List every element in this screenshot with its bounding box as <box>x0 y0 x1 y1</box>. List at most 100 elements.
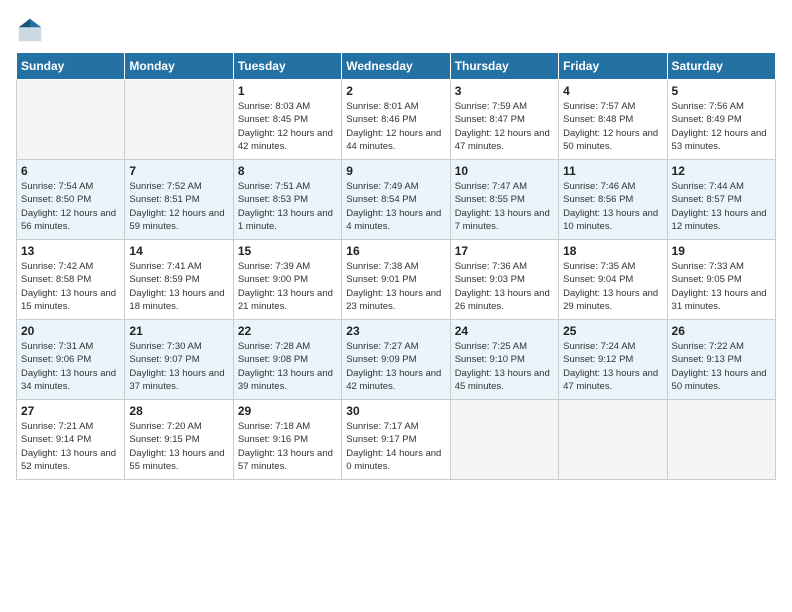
cell-content: Sunrise: 7:30 AMSunset: 9:07 PMDaylight:… <box>129 340 228 393</box>
day-number: 30 <box>346 404 445 418</box>
day-number: 12 <box>672 164 771 178</box>
day-number: 6 <box>21 164 120 178</box>
calendar-cell: 13 Sunrise: 7:42 AMSunset: 8:58 PMDayligh… <box>17 240 125 320</box>
day-number: 1 <box>238 84 337 98</box>
cell-content: Sunrise: 7:28 AMSunset: 9:08 PMDaylight:… <box>238 340 337 393</box>
cell-content: Sunrise: 7:33 AMSunset: 9:05 PMDaylight:… <box>672 260 771 313</box>
calendar-cell: 4 Sunrise: 7:57 AMSunset: 8:48 PMDaylight… <box>559 80 667 160</box>
logo-icon <box>16 16 44 44</box>
calendar-cell: 3Sunrise: 7:59 AMSunset: 8:47 PMDaylight… <box>450 80 558 160</box>
column-header-monday: Monday <box>125 53 233 80</box>
cell-content: Sunrise: 7:42 AMSunset: 8:58 PMDaylight:… <box>21 260 120 313</box>
cell-content: Sunrise: 7:21 AMSunset: 9:14 PMDaylight:… <box>21 420 120 473</box>
column-header-wednesday: Wednesday <box>342 53 450 80</box>
day-number: 9 <box>346 164 445 178</box>
cell-content: Sunrise: 7:49 AMSunset: 8:54 PMDaylight:… <box>346 180 445 233</box>
cell-content: Sunrise: 7:47 AMSunset: 8:55 PMDaylight:… <box>455 180 554 233</box>
day-number: 24 <box>455 324 554 338</box>
calendar-cell: 30 Sunrise: 7:17 AMSunset: 9:17 PMDayligh… <box>342 400 450 480</box>
day-number: 13 <box>21 244 120 258</box>
cell-content: Sunrise: 7:22 AMSunset: 9:13 PMDaylight:… <box>672 340 771 393</box>
day-number: 28 <box>129 404 228 418</box>
day-number: 25 <box>563 324 662 338</box>
cell-content: Sunrise: 7:41 AMSunset: 8:59 PMDaylight:… <box>129 260 228 313</box>
column-header-saturday: Saturday <box>667 53 775 80</box>
cell-content: Sunrise: 7:20 AMSunset: 9:15 PMDaylight:… <box>129 420 228 473</box>
calendar-cell: 2 Sunrise: 8:01 AMSunset: 8:46 PMDaylight… <box>342 80 450 160</box>
day-number: 10 <box>455 164 554 178</box>
cell-content: Sunrise: 7:17 AMSunset: 9:17 PMDaylight:… <box>346 420 445 473</box>
calendar-cell: 20 Sunrise: 7:31 AMSunset: 9:06 PMDayligh… <box>17 320 125 400</box>
day-number: 5 <box>672 84 771 98</box>
column-header-sunday: Sunday <box>17 53 125 80</box>
cell-content: Sunrise: 7:24 AMSunset: 9:12 PMDaylight:… <box>563 340 662 393</box>
calendar-cell: 27 Sunrise: 7:21 AMSunset: 9:14 PMDayligh… <box>17 400 125 480</box>
calendar-cell: 9 Sunrise: 7:49 AMSunset: 8:54 PMDaylight… <box>342 160 450 240</box>
cell-content: Sunrise: 7:31 AMSunset: 9:06 PMDaylight:… <box>21 340 120 393</box>
column-header-tuesday: Tuesday <box>233 53 341 80</box>
cell-content: Sunrise: 7:46 AMSunset: 8:56 PMDaylight:… <box>563 180 662 233</box>
day-number: 27 <box>21 404 120 418</box>
calendar-cell: 15 Sunrise: 7:39 AMSunset: 9:00 PMDayligh… <box>233 240 341 320</box>
calendar-cell: 14 Sunrise: 7:41 AMSunset: 8:59 PMDayligh… <box>125 240 233 320</box>
calendar-cell: 26 Sunrise: 7:22 AMSunset: 9:13 PMDayligh… <box>667 320 775 400</box>
cell-content: Sunrise: 7:39 AMSunset: 9:00 PMDaylight:… <box>238 260 337 313</box>
cell-content: Sunrise: 7:56 AMSunset: 8:49 PMDaylight:… <box>672 100 771 153</box>
cell-content: Sunrise: 7:54 AMSunset: 8:50 PMDaylight:… <box>21 180 120 233</box>
column-header-thursday: Thursday <box>450 53 558 80</box>
day-number: 21 <box>129 324 228 338</box>
cell-content: Sunrise: 8:03 AMSunset: 8:45 PMDaylight:… <box>238 100 337 153</box>
cell-content: Sunrise: 7:38 AMSunset: 9:01 PMDaylight:… <box>346 260 445 313</box>
day-number: 16 <box>346 244 445 258</box>
week-row-1: 1 Sunrise: 8:03 AMSunset: 8:45 PMDaylight… <box>17 80 776 160</box>
day-number: 4 <box>563 84 662 98</box>
cell-content: Sunrise: 7:27 AMSunset: 9:09 PMDaylight:… <box>346 340 445 393</box>
logo <box>16 16 48 44</box>
day-number: 2 <box>346 84 445 98</box>
week-row-4: 20 Sunrise: 7:31 AMSunset: 9:06 PMDayligh… <box>17 320 776 400</box>
day-number: 29 <box>238 404 337 418</box>
day-number: 17 <box>455 244 554 258</box>
calendar-cell: 5 Sunrise: 7:56 AMSunset: 8:49 PMDaylight… <box>667 80 775 160</box>
calendar-cell: 19 Sunrise: 7:33 AMSunset: 9:05 PMDayligh… <box>667 240 775 320</box>
day-number: 3 <box>455 84 554 98</box>
cell-content: Sunrise: 7:57 AMSunset: 8:48 PMDaylight:… <box>563 100 662 153</box>
day-number: 23 <box>346 324 445 338</box>
column-header-friday: Friday <box>559 53 667 80</box>
calendar-cell: 23 Sunrise: 7:27 AMSunset: 9:09 PMDayligh… <box>342 320 450 400</box>
cell-content: Sunrise: 7:35 AMSunset: 9:04 PMDaylight:… <box>563 260 662 313</box>
calendar-cell: 10 Sunrise: 7:47 AMSunset: 8:55 PMDayligh… <box>450 160 558 240</box>
day-number: 18 <box>563 244 662 258</box>
calendar-cell: 16 Sunrise: 7:38 AMSunset: 9:01 PMDayligh… <box>342 240 450 320</box>
calendar-cell: 6 Sunrise: 7:54 AMSunset: 8:50 PMDaylight… <box>17 160 125 240</box>
calendar-cell: 24 Sunrise: 7:25 AMSunset: 9:10 PMDayligh… <box>450 320 558 400</box>
week-row-2: 6 Sunrise: 7:54 AMSunset: 8:50 PMDaylight… <box>17 160 776 240</box>
day-number: 14 <box>129 244 228 258</box>
cell-content: Sunrise: 7:25 AMSunset: 9:10 PMDaylight:… <box>455 340 554 393</box>
calendar-cell <box>125 80 233 160</box>
day-number: 15 <box>238 244 337 258</box>
page-header <box>16 16 776 44</box>
calendar-cell <box>450 400 558 480</box>
calendar-cell: 21 Sunrise: 7:30 AMSunset: 9:07 PMDayligh… <box>125 320 233 400</box>
day-number: 20 <box>21 324 120 338</box>
cell-content: Sunrise: 7:18 AMSunset: 9:16 PMDaylight:… <box>238 420 337 473</box>
calendar-cell <box>667 400 775 480</box>
week-row-3: 13 Sunrise: 7:42 AMSunset: 8:58 PMDayligh… <box>17 240 776 320</box>
cell-content: Sunrise: 8:01 AMSunset: 8:46 PMDaylight:… <box>346 100 445 153</box>
cell-content: Sunrise: 7:52 AMSunset: 8:51 PMDaylight:… <box>129 180 228 233</box>
cell-content: Sunrise: 7:44 AMSunset: 8:57 PMDaylight:… <box>672 180 771 233</box>
day-number: 26 <box>672 324 771 338</box>
calendar-cell: 11 Sunrise: 7:46 AMSunset: 8:56 PMDayligh… <box>559 160 667 240</box>
day-number: 19 <box>672 244 771 258</box>
cell-content: Sunrise: 7:51 AMSunset: 8:53 PMDaylight:… <box>238 180 337 233</box>
day-number: 8 <box>238 164 337 178</box>
calendar-cell <box>559 400 667 480</box>
week-row-5: 27 Sunrise: 7:21 AMSunset: 9:14 PMDayligh… <box>17 400 776 480</box>
header-row: SundayMondayTuesdayWednesdayThursdayFrid… <box>17 53 776 80</box>
calendar-cell: 28 Sunrise: 7:20 AMSunset: 9:15 PMDayligh… <box>125 400 233 480</box>
calendar-cell: 22Sunrise: 7:28 AMSunset: 9:08 PMDayligh… <box>233 320 341 400</box>
calendar-cell: 7Sunrise: 7:52 AMSunset: 8:51 PMDaylight… <box>125 160 233 240</box>
day-number: 11 <box>563 164 662 178</box>
calendar-cell: 17Sunrise: 7:36 AMSunset: 9:03 PMDayligh… <box>450 240 558 320</box>
